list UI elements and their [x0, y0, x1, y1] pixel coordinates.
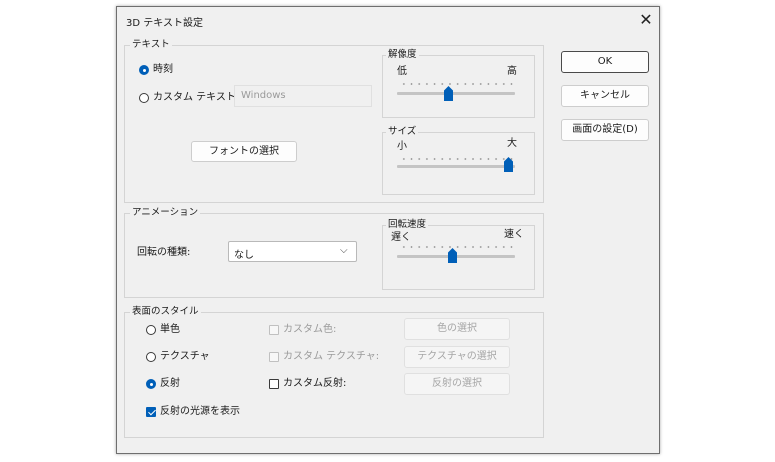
time-radio[interactable]: [139, 65, 149, 75]
resolution-high-label: 高: [507, 66, 517, 77]
title-bar[interactable]: 3D テキスト設定 ✕: [117, 7, 659, 33]
rotation-speed-ticks: [400, 246, 516, 248]
custom-text-input[interactable]: Windows: [234, 85, 372, 107]
solid-color-label[interactable]: 単色: [160, 324, 180, 336]
custom-texture-checkbox[interactable]: [269, 352, 279, 362]
rotation-type-value: なし: [234, 250, 254, 261]
reflection-label[interactable]: 反射: [160, 378, 180, 390]
show-light-source-checkbox[interactable]: [146, 407, 156, 417]
resolution-group: [382, 55, 535, 118]
resolution-slider-track[interactable]: [397, 92, 515, 95]
resolution-ticks: [400, 83, 516, 85]
chevron-down-icon: ⌵: [340, 245, 348, 256]
choose-color-button[interactable]: 色の選択: [404, 318, 510, 340]
font-select-button[interactable]: フォントの選択: [191, 141, 297, 162]
choose-reflection-button[interactable]: 反射の選択: [404, 373, 510, 395]
text-settings-dialog: 3D テキスト設定 ✕ テキスト 時刻 カスタム テキスト: Windows フ…: [116, 6, 660, 454]
reflection-radio[interactable]: [146, 379, 156, 389]
custom-text-radio[interactable]: [139, 93, 149, 103]
animation-group-label: アニメーション: [130, 207, 201, 219]
rotation-speed-fast-label: 速く: [504, 229, 524, 240]
surface-style-group-label: 表面のスタイル: [130, 306, 201, 318]
size-label: サイズ: [386, 126, 419, 138]
time-radio-label[interactable]: 時刻: [153, 64, 173, 76]
text-group-label: テキスト: [130, 39, 172, 51]
rotation-type-select[interactable]: なし ⌵: [228, 241, 357, 262]
ok-button[interactable]: OK: [561, 51, 649, 73]
custom-text-radio-label[interactable]: カスタム テキスト:: [153, 92, 239, 104]
rotation-speed-label: 回転速度: [386, 219, 429, 231]
custom-color-label: カスタム色:: [283, 324, 337, 335]
texture-label[interactable]: テクスチャ: [160, 351, 210, 363]
show-light-source-label[interactable]: 反射の光源を表示: [160, 406, 240, 418]
custom-reflection-checkbox[interactable]: [269, 379, 279, 389]
custom-color-checkbox[interactable]: [269, 325, 279, 335]
cancel-button[interactable]: キャンセル: [561, 85, 649, 107]
resolution-low-label: 低: [397, 66, 407, 77]
close-icon[interactable]: ✕: [635, 9, 657, 31]
size-ticks: [400, 158, 516, 160]
rotation-type-label: 回転の種類:: [137, 247, 191, 258]
custom-texture-label: カスタム テクスチャ:: [283, 351, 380, 362]
custom-text-value: Windows: [241, 90, 286, 101]
texture-radio[interactable]: [146, 352, 156, 362]
dialog-title: 3D テキスト設定: [126, 18, 203, 29]
size-large-label: 大: [507, 138, 517, 149]
choose-texture-button[interactable]: テクスチャの選択: [404, 346, 510, 368]
size-slider-track[interactable]: [397, 165, 515, 168]
solid-color-radio[interactable]: [146, 325, 156, 335]
size-small-label: 小: [397, 141, 407, 152]
rotation-speed-slow-label: 遅く: [391, 232, 411, 243]
custom-reflection-label[interactable]: カスタム反射:: [283, 378, 346, 390]
resolution-label: 解像度: [386, 49, 419, 61]
display-settings-button[interactable]: 画面の設定(D): [561, 119, 649, 141]
